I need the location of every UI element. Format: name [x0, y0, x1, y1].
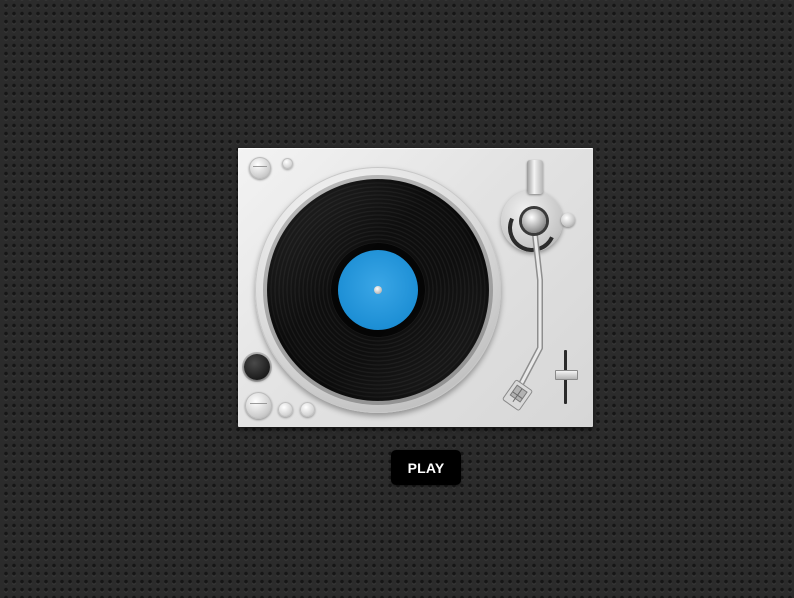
pitch-slider-handle[interactable]: [555, 370, 578, 380]
start-stop-knob[interactable]: [249, 157, 271, 179]
speed-knob[interactable]: [245, 392, 272, 419]
tonearm-pivot: [522, 209, 546, 233]
anti-skate-knob[interactable]: [561, 213, 575, 227]
tonearm-counterweight[interactable]: [527, 160, 543, 194]
spindle: [374, 286, 382, 294]
speed-33-button[interactable]: [278, 402, 293, 417]
platter-inner: [263, 175, 493, 405]
volume-knob[interactable]: [244, 354, 270, 380]
turntable: [238, 148, 593, 427]
headshell: [502, 379, 533, 411]
indicator-button[interactable]: [282, 158, 293, 169]
vinyl-record[interactable]: [267, 179, 489, 401]
platter: [255, 167, 501, 413]
play-button[interactable]: PLAY: [391, 450, 461, 485]
speed-45-button[interactable]: [300, 402, 315, 417]
